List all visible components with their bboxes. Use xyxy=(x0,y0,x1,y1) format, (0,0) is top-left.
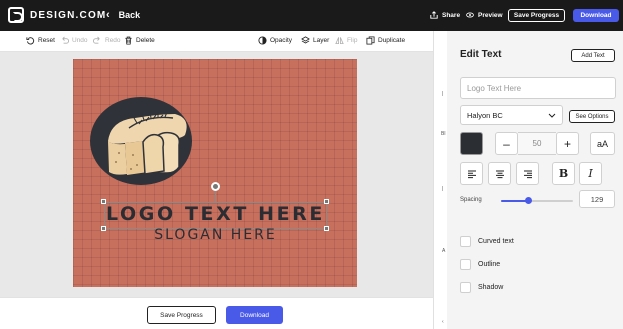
bold-button[interactable]: B xyxy=(552,162,575,185)
flip-label: Flip xyxy=(347,37,358,44)
rotate-handle[interactable] xyxy=(211,182,220,191)
preview-button[interactable]: Preview xyxy=(466,11,503,19)
opacity-button[interactable]: Opacity xyxy=(258,36,292,45)
layer-label: Layer xyxy=(313,37,330,44)
align-right-button[interactable] xyxy=(516,162,539,185)
top-bar: DESIGN.COM ‹ Back Share Preview Save Pro… xyxy=(0,0,623,31)
layers-icon xyxy=(301,36,310,44)
panel-title: Edit Text xyxy=(460,49,502,60)
preview-label: Preview xyxy=(478,11,503,19)
add-text-button[interactable]: Add Text xyxy=(571,49,615,62)
text-color-swatch[interactable] xyxy=(460,132,483,155)
reset-icon xyxy=(26,37,35,45)
delete-button[interactable]: Delete xyxy=(124,36,155,45)
back-label: Back xyxy=(118,10,141,20)
share-label: Share xyxy=(442,11,461,19)
trash-icon xyxy=(125,36,132,45)
eye-icon xyxy=(466,12,474,18)
redo-label: Redo xyxy=(105,37,121,44)
logo-text[interactable]: LOGO TEXT HERE xyxy=(104,203,327,225)
shadow-option[interactable]: Shadow xyxy=(460,282,503,293)
strip-divider-mark: | xyxy=(442,186,444,192)
duplicate-icon xyxy=(366,36,375,45)
strip-mark-2: A xyxy=(442,248,446,254)
align-right-icon xyxy=(523,170,532,178)
see-options-button[interactable]: See Options xyxy=(569,110,615,123)
font-select[interactable]: Halyon BC xyxy=(460,105,563,125)
undo-button[interactable]: Undo xyxy=(60,36,88,45)
spacing-slider[interactable] xyxy=(501,197,573,204)
layer-button[interactable]: Layer xyxy=(301,36,329,45)
brand-mark-icon xyxy=(8,7,24,23)
side-strip: | Bl | A ‹ xyxy=(433,31,447,329)
chevron-down-icon xyxy=(548,113,556,118)
edit-text-panel: Edit Text Add Text Logo Text Here Halyon… xyxy=(447,31,623,329)
delete-label: Delete xyxy=(136,37,155,44)
reset-label: Reset xyxy=(38,37,55,44)
spacing-slider-knob[interactable] xyxy=(525,197,533,204)
italic-button[interactable]: I xyxy=(579,162,602,185)
bread-badge-icon[interactable] xyxy=(89,95,194,187)
download-button[interactable]: Download xyxy=(573,9,619,22)
font-size-increase-button[interactable]: + xyxy=(556,132,579,155)
canvas-area: LOGO TEXT HERE SLOGAN HERE xyxy=(0,52,433,297)
strip-divider-mark: | xyxy=(442,91,444,97)
spacing-slider-fill xyxy=(501,200,529,202)
brand-name: DESIGN.COM xyxy=(30,9,107,21)
align-center-button[interactable] xyxy=(488,162,511,185)
align-left-icon xyxy=(467,170,476,178)
strip-chevron-icon[interactable]: ‹ xyxy=(442,319,444,325)
spacing-value-input[interactable]: 129 xyxy=(579,190,615,208)
opacity-icon xyxy=(258,36,267,45)
shadow-label: Shadow xyxy=(478,284,504,291)
outline-label: Outline xyxy=(478,261,501,268)
duplicate-button[interactable]: Duplicate xyxy=(366,36,405,45)
reset-button[interactable]: Reset xyxy=(26,36,55,45)
bottom-bar: Save Progress Download xyxy=(0,297,433,329)
edit-toolbar: Reset Undo Redo Delete Opacity Layer Fli… xyxy=(0,31,433,52)
font-name: Halyon BC xyxy=(467,110,503,120)
redo-icon xyxy=(93,36,100,44)
outline-checkbox[interactable] xyxy=(460,259,471,270)
share-button[interactable]: Share xyxy=(430,11,460,19)
share-icon xyxy=(430,11,438,19)
font-size-decrease-button[interactable]: – xyxy=(495,132,518,155)
save-progress-bottom-button[interactable]: Save Progress xyxy=(147,306,216,324)
opacity-label: Opacity xyxy=(270,37,293,44)
text-case-button[interactable]: aA xyxy=(590,132,615,155)
flip-button[interactable]: Flip xyxy=(335,36,357,45)
flip-icon xyxy=(335,37,344,45)
save-progress-button[interactable]: Save Progress xyxy=(508,9,565,22)
shadow-checkbox[interactable] xyxy=(460,282,471,293)
duplicate-label: Duplicate xyxy=(378,37,406,44)
strip-mark-1: Bl xyxy=(441,131,446,137)
chevron-left-icon: ‹ xyxy=(106,9,110,21)
undo-label: Undo xyxy=(72,37,88,44)
curved-text-option[interactable]: Curved text xyxy=(460,236,514,247)
align-center-icon xyxy=(495,170,504,178)
spacing-label: Spacing xyxy=(460,197,482,203)
undo-icon xyxy=(62,36,69,44)
font-size-value[interactable]: 50 xyxy=(518,132,556,155)
text-content-input[interactable]: Logo Text Here xyxy=(460,77,616,99)
back-button[interactable]: ‹ Back xyxy=(106,9,140,21)
outline-option[interactable]: Outline xyxy=(460,259,500,270)
curved-text-checkbox[interactable] xyxy=(460,236,471,247)
align-left-button[interactable] xyxy=(460,162,483,185)
curved-text-label: Curved text xyxy=(478,238,514,245)
download-bottom-button[interactable]: Download xyxy=(226,306,283,324)
slogan-text[interactable]: SLOGAN HERE xyxy=(104,227,327,243)
redo-button[interactable]: Redo xyxy=(93,36,121,45)
brand-logo[interactable]: DESIGN.COM xyxy=(8,7,106,23)
